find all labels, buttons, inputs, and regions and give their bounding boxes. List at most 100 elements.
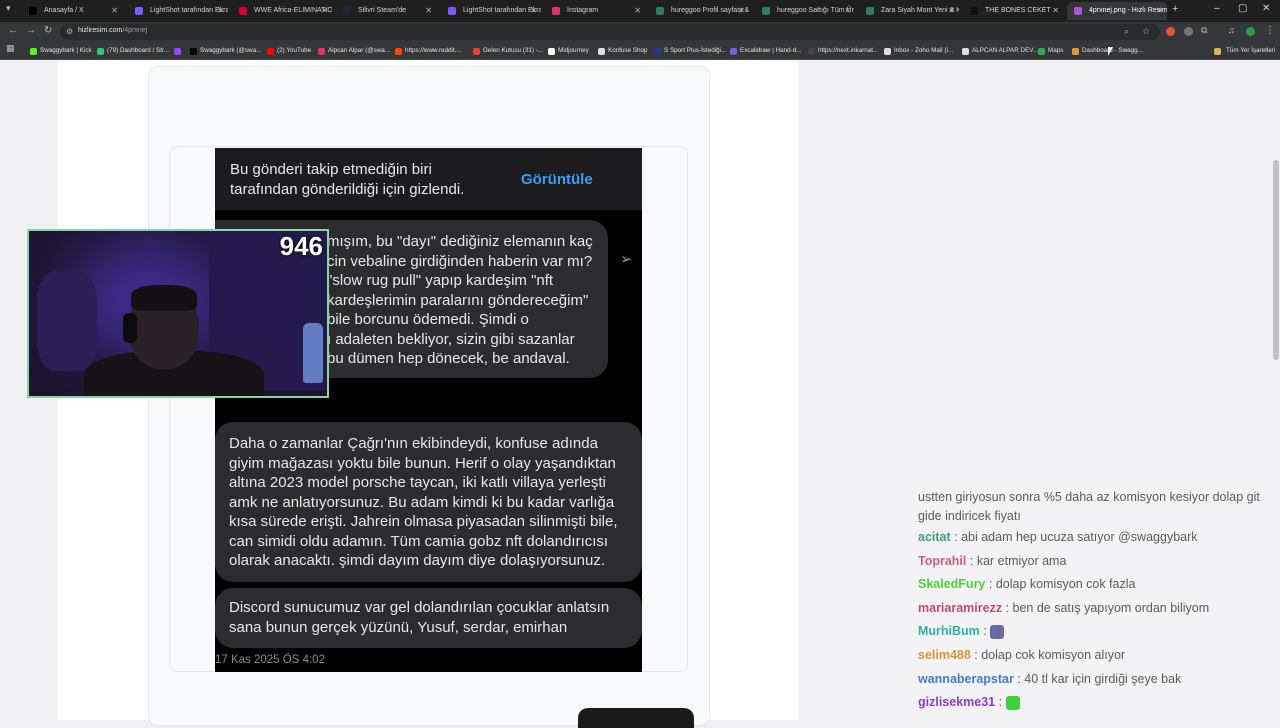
tab-1[interactable]: LightShot tarafından Ekran ✕ [128, 2, 228, 20]
reload-icon[interactable]: ↻ [44, 25, 52, 36]
message-line: cin vebaline girdiğinden haberin var mı? [327, 252, 593, 270]
maximize-icon[interactable]: ▢ [1238, 3, 1247, 14]
media-icon[interactable]: ♫ [1228, 25, 1235, 35]
chat-message: Toprahil : kar etmiyor ama [918, 553, 1067, 568]
site-info-icon[interactable]: ⚙ [66, 27, 73, 36]
tab-close-icon[interactable]: ✕ [530, 2, 537, 20]
chat-username[interactable]: mariaramirezz [918, 601, 1002, 615]
bookmark-item[interactable]: Swaggybark | Kick [30, 45, 92, 57]
back-icon[interactable]: ← [8, 25, 18, 36]
bookmark-favicon-icon [174, 48, 181, 55]
bookmark-item[interactable]: S Sport Plus-İstediği... [654, 45, 726, 57]
menu-kebab-icon[interactable]: ⋮ [1265, 25, 1275, 36]
bookmark-favicon-icon [598, 48, 605, 55]
forward-icon[interactable]: → [26, 25, 36, 36]
tab-search-icon[interactable]: ▾ [6, 3, 11, 14]
headset [123, 313, 137, 343]
new-tab-button[interactable]: + [1172, 3, 1178, 15]
bookmark-item[interactable]: (2) YouTube [267, 45, 311, 57]
tab-close-icon[interactable]: ✕ [738, 2, 745, 20]
chat-message: selim488 : dolap cok komisyon alıyor [918, 647, 1126, 662]
bookmark-item[interactable]: Alpcan Alpar (@swa... [318, 45, 390, 57]
scrollbar-thumb[interactable] [1273, 160, 1279, 360]
toolbar: ← → ↻ ⚙ hizliresim.com/4prxnej ⌕ ☆ ⧉ ♫ ⋮ [0, 22, 1280, 42]
minimize-icon[interactable]: – [1214, 3, 1220, 14]
chat-text: dolap cok komisyon alıyor [981, 647, 1126, 662]
tab-4[interactable]: LightShot tarafından Ekran ✕ [441, 2, 541, 20]
bookmark-label: Inbox - Zoho Mail (i... [894, 47, 954, 54]
zoom-icon[interactable]: ⌕ [1124, 26, 1129, 37]
streamer-hair [131, 285, 197, 311]
tab-close-icon[interactable]: ✕ [111, 2, 118, 20]
bookmark-favicon-icon [318, 48, 325, 55]
close-window-icon[interactable]: ✕ [1262, 3, 1270, 14]
bookmark-favicon-icon [808, 48, 815, 55]
message-line: kardeşlerimin paralarını göndereceğim" [327, 291, 589, 309]
bookmark-item[interactable]: https://www.reddit.... [395, 45, 462, 57]
viewer-count: 946 [279, 231, 323, 261]
bottom-dark-button[interactable] [578, 708, 694, 728]
extension-icon[interactable] [1184, 27, 1193, 36]
bookmark-favicon-icon [473, 48, 480, 55]
bookmark-item[interactable]: Swaggybark (@swa... [190, 45, 261, 57]
tab-title: Zara Siyah Mont Yeni & K [881, 7, 959, 14]
tab-close-icon[interactable]: ✕ [321, 2, 328, 20]
tab-close-icon[interactable]: ✕ [217, 2, 224, 20]
view-link[interactable]: Görüntüle [521, 170, 593, 190]
chat-username[interactable]: MurhiBum [918, 624, 980, 638]
address-bar[interactable]: ⚙ hizliresim.com/4prxnej ⌕ ☆ [60, 24, 1160, 40]
tab-title: 4prxnej.png - Hızlı Resim [1089, 7, 1167, 14]
chat-message: acitat : abi adam hep ucuza satıyor @swa… [918, 530, 1198, 544]
scrollbar[interactable] [1272, 60, 1280, 720]
extensions-puzzle-icon[interactable]: ⧉ [1201, 25, 1207, 36]
chat-username[interactable]: gizlisekme31 [918, 695, 995, 709]
bookmark-item[interactable]: https://next.inkarnat... [808, 45, 878, 57]
chat-username[interactable]: wannaberapstar [918, 672, 1014, 686]
tab-close-icon[interactable]: ✕ [844, 2, 851, 20]
chat-username[interactable]: selim488 [918, 648, 971, 662]
chat-username[interactable]: Toprahil [918, 554, 966, 568]
tab-9[interactable]: THE BONES CEKET ✕ [963, 2, 1063, 20]
tab-2[interactable]: WWE Africa-ELIMINATION ✕ [232, 2, 332, 20]
bookmark-item[interactable]: ALPCAN ALPAR DEV... [962, 45, 1038, 57]
all-bookmarks[interactable]: Tüm Yer İşaretleri [1214, 45, 1275, 57]
bookmark-item[interactable]: Konfuse Shop [598, 45, 648, 57]
chat-username[interactable]: SkaledFury [918, 577, 985, 591]
bookmark-star-icon[interactable]: ☆ [1142, 26, 1150, 37]
apps-grid-icon[interactable]: ▦ [6, 43, 15, 54]
tab-favicon-icon [135, 7, 143, 15]
tab-0[interactable]: Anasayfa / X ✕ [22, 2, 122, 20]
tab-close-icon[interactable]: ✕ [634, 2, 641, 20]
bookmark-label: Maps [1048, 47, 1064, 54]
chat-username[interactable]: acitat [918, 530, 951, 544]
tab-close-icon[interactable]: ✕ [1052, 2, 1059, 20]
tab-7[interactable]: hureggoo Sattığı Tüm Ür ✕ [755, 2, 855, 20]
chat-message: gizlisekme31 : [918, 691, 1272, 715]
tab-title: LightShot tarafından Ekran [150, 7, 228, 14]
tab-8[interactable]: Zara Siyah Mont Yeni & K ✕ [859, 2, 959, 20]
chat-text: abi adam hep ucuza satıyor @swaggybark [961, 530, 1198, 544]
chat-messages: acitat : abi adam hep ucuza satıyor @swa… [918, 526, 1272, 715]
bookmark-item[interactable]: (79) Dashboard / Str... [97, 45, 169, 57]
tab-5[interactable]: Instagram ✕ [545, 2, 645, 20]
bookmark-label: Excalidraw | Hand-d... [740, 47, 802, 54]
browser-chrome: ▾ + – ▢ ✕ Anasayfa / X ✕ LightShot tarafın… [0, 0, 1280, 60]
tab-close-icon[interactable]: ✕ [425, 2, 432, 20]
tab-6[interactable]: hureggoo Profil sayfası & ✕ [649, 2, 749, 20]
bookmark-item[interactable]: Inbox - Zoho Mail (i... [884, 45, 953, 57]
bookmark-item[interactable]: Excalidraw | Hand-d... [730, 45, 801, 57]
chat-message: ustten giriyosun sonra %5 daha az komisy… [918, 490, 1260, 523]
bookmark-item[interactable]: Gelen Kutusu (31) -... [473, 45, 543, 57]
mouse-cursor [1108, 47, 1113, 56]
bookmark-favicon-icon [1072, 48, 1079, 55]
bookmark-favicon-icon [548, 48, 555, 55]
bookmark-item[interactable]: Midjourney [548, 45, 589, 57]
tab-10[interactable]: 4prxnej.png - Hızlı Resim ✕ [1067, 2, 1167, 20]
tab-close-icon[interactable]: ✕ [948, 2, 955, 20]
bookmarks-bar: ▦ Tüm Yer İşaretleri Swaggybark | Kick (7… [0, 42, 1280, 60]
tab-3[interactable]: Silivri Steam'de ✕ [336, 2, 436, 20]
extension-icon[interactable] [1166, 27, 1175, 36]
tab-close-icon[interactable]: ✕ [1156, 2, 1163, 20]
profile-avatar[interactable] [1246, 27, 1255, 36]
bookmark-item[interactable]: Maps [1038, 45, 1063, 57]
